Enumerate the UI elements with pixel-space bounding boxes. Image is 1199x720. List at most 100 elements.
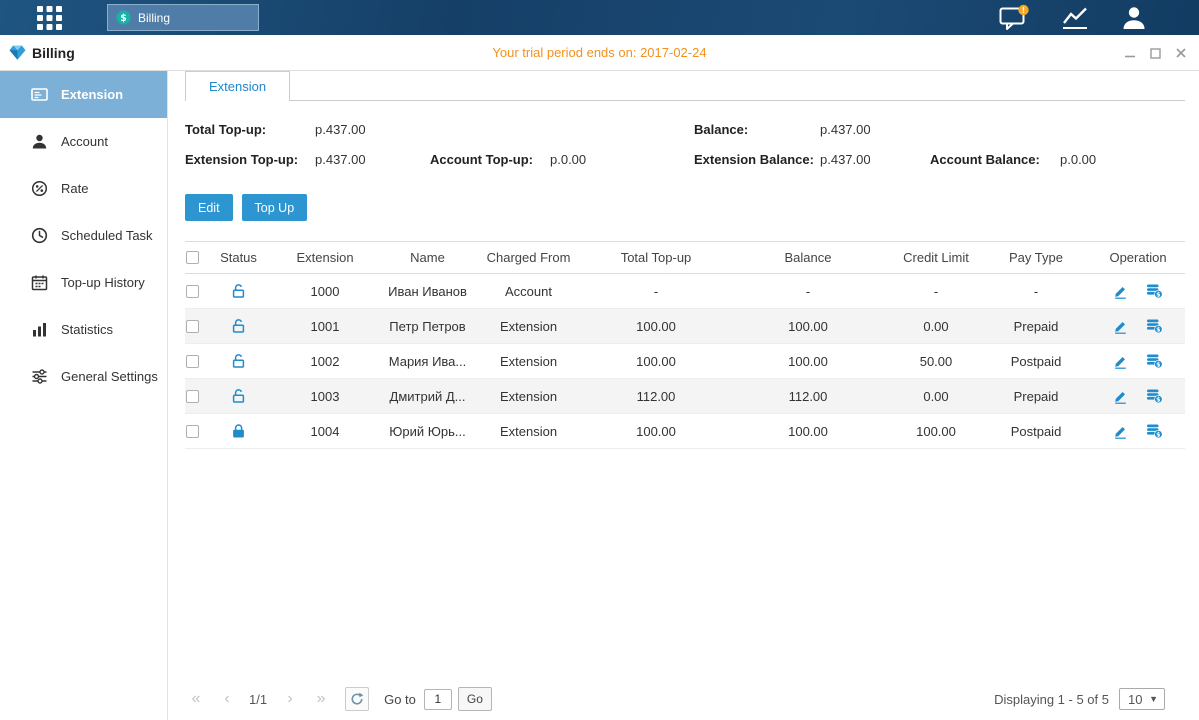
edit-icon[interactable] — [1113, 389, 1128, 404]
user-account-icon[interactable] — [1121, 5, 1147, 30]
last-page-icon[interactable]: » — [310, 690, 332, 708]
trial-notice: Your trial period ends on: 2017-02-24 — [0, 45, 1199, 60]
notifications-icon[interactable]: ! — [999, 4, 1029, 31]
top-up-icon[interactable]: $ — [1146, 388, 1163, 404]
top-up-icon[interactable]: $ — [1146, 353, 1163, 369]
taskbar-tab-billing[interactable]: $ Billing — [107, 4, 259, 31]
top-up-icon[interactable]: $ — [1146, 283, 1163, 299]
cell-name: Иван Иванов — [385, 284, 470, 299]
billing-dollar-icon: $ — [116, 10, 131, 25]
cell-pay-type: Prepaid — [981, 389, 1091, 404]
header-checkbox-cell — [185, 251, 212, 264]
svg-text:$: $ — [1156, 431, 1160, 438]
edit-icon[interactable] — [1113, 319, 1128, 334]
status-cell — [212, 318, 265, 334]
edit-icon[interactable] — [1113, 284, 1128, 299]
row-checkbox[interactable] — [186, 425, 199, 438]
sidebar-item-account[interactable]: Account — [0, 118, 167, 165]
cell-total-topup: 100.00 — [587, 354, 725, 369]
row-checkbox[interactable] — [186, 320, 199, 333]
status-cell — [212, 388, 265, 404]
sidebar-item-label: Account — [61, 134, 108, 149]
svg-text:!: ! — [1022, 6, 1026, 15]
svg-text:$: $ — [120, 13, 127, 24]
goto-label: Go to — [384, 692, 416, 707]
prev-page-icon[interactable]: ‹ — [216, 690, 238, 708]
row-checkbox-cell — [185, 320, 212, 333]
maximize-icon[interactable] — [1150, 48, 1161, 59]
cell-credit-limit: 100.00 — [891, 424, 981, 439]
close-icon[interactable] — [1175, 47, 1187, 59]
edit-icon[interactable] — [1113, 424, 1128, 439]
sidebar-item-rate[interactable]: Rate — [0, 165, 167, 212]
refresh-button[interactable] — [345, 687, 369, 711]
cell-total-topup: 112.00 — [587, 389, 725, 404]
operation-cell: $ — [1091, 283, 1185, 299]
cell-total-topup: - — [587, 284, 725, 299]
sidebar-item-general-settings[interactable]: General Settings — [0, 353, 167, 400]
operation-cell: $ — [1091, 353, 1185, 369]
cell-extension: 1002 — [265, 354, 385, 369]
row-checkbox[interactable] — [186, 390, 199, 403]
cell-extension: 1003 — [265, 389, 385, 404]
row-checkbox-cell — [185, 285, 212, 298]
sidebar-item-label: Statistics — [61, 322, 113, 337]
extension-topup-value: p.437.00 — [315, 152, 430, 167]
cell-charged-from: Extension — [470, 319, 587, 334]
balance-label: Balance: — [694, 122, 820, 137]
balance-summary: Total Top-up: p.437.00 Balance: p.437.00… — [185, 122, 1185, 167]
go-button[interactable]: Go — [458, 687, 492, 711]
cell-balance: 100.00 — [725, 424, 891, 439]
rate-icon — [31, 180, 48, 197]
sidebar-item-scheduled-task[interactable]: Scheduled Task — [0, 212, 167, 259]
status-cell — [212, 423, 265, 439]
account-balance-value: p.0.00 — [1060, 152, 1185, 167]
cell-total-topup: 100.00 — [587, 424, 725, 439]
sidebar-item-extension[interactable]: Extension — [0, 71, 167, 118]
row-checkbox-cell — [185, 355, 212, 368]
edit-button[interactable]: Edit — [185, 194, 233, 221]
account-balance-label: Account Balance: — [930, 152, 1060, 167]
general-settings-icon — [31, 368, 48, 385]
top-up-icon[interactable]: $ — [1146, 318, 1163, 334]
tab-extension[interactable]: Extension — [185, 71, 290, 101]
pagination-right: Displaying 1 - 5 of 5 10 ▼ — [994, 688, 1185, 710]
table-row: 1003Дмитрий Д...Extension112.00112.000.0… — [185, 379, 1185, 414]
cell-name: Дмитрий Д... — [385, 389, 470, 404]
sidebar-item-top-up-history[interactable]: Top-up History — [0, 259, 167, 306]
sidebar-item-label: Extension — [61, 87, 123, 102]
cell-credit-limit: 50.00 — [891, 354, 981, 369]
cell-pay-type: Postpaid — [981, 354, 1091, 369]
extension-icon — [31, 86, 48, 103]
edit-icon[interactable] — [1113, 354, 1128, 369]
page-size-select[interactable]: 10 ▼ — [1119, 688, 1165, 710]
cell-charged-from: Extension — [470, 354, 587, 369]
app-title: Billing — [32, 45, 75, 61]
cell-balance: 100.00 — [725, 354, 891, 369]
top-up-icon[interactable]: $ — [1146, 423, 1163, 439]
svg-text:$: $ — [1156, 326, 1160, 333]
cell-total-topup: 100.00 — [587, 319, 725, 334]
select-all-checkbox[interactable] — [186, 251, 199, 264]
column-header-credit-limit: Credit Limit — [891, 250, 981, 265]
topbar-right-icons: ! — [999, 4, 1147, 31]
reports-chart-icon[interactable] — [1061, 6, 1089, 30]
sidebar-item-label: Scheduled Task — [61, 228, 153, 243]
top-up-button[interactable]: Top Up — [242, 194, 308, 221]
unlocked-icon — [231, 388, 246, 404]
column-header-balance: Balance — [725, 250, 891, 265]
topup-history-icon — [31, 274, 48, 291]
sidebar-item-statistics[interactable]: Statistics — [0, 306, 167, 353]
operation-cell: $ — [1091, 388, 1185, 404]
minimize-icon[interactable] — [1124, 47, 1136, 59]
first-page-icon[interactable]: « — [185, 690, 207, 708]
account-icon — [31, 133, 48, 150]
cell-credit-limit: - — [891, 284, 981, 299]
window-controls — [1124, 35, 1187, 71]
cell-balance: 100.00 — [725, 319, 891, 334]
row-checkbox[interactable] — [186, 285, 199, 298]
next-page-icon[interactable]: › — [279, 690, 301, 708]
apps-grid-icon[interactable] — [36, 5, 63, 31]
row-checkbox[interactable] — [186, 355, 199, 368]
goto-page-input[interactable] — [424, 689, 452, 710]
